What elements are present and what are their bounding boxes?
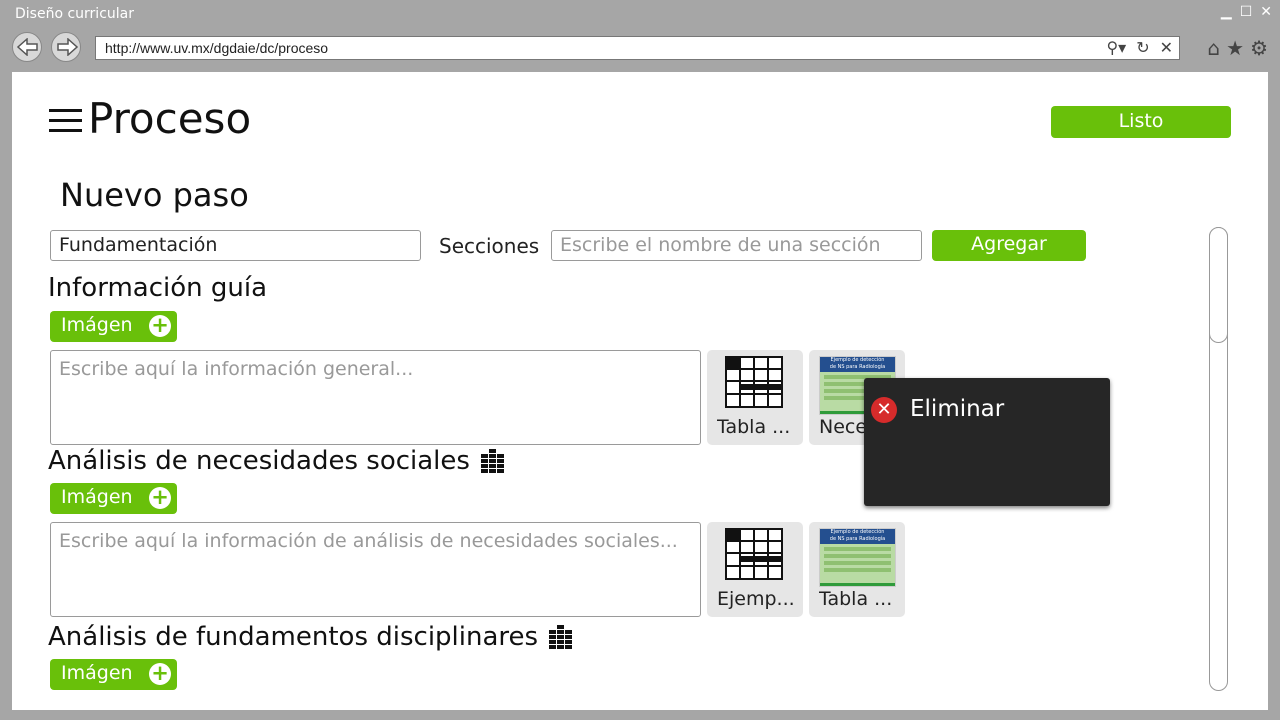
- social-needs-textarea[interactable]: Escribe aquí la información de análisis …: [50, 522, 701, 617]
- window-titlebar: Diseño curricular ▁ ☐ ✕: [0, 0, 1280, 30]
- delete-label: Eliminar: [910, 396, 1005, 422]
- close-icon[interactable]: ✕: [1260, 4, 1272, 20]
- window-controls: ▁ ☐ ✕: [1221, 4, 1272, 20]
- back-button[interactable]: [12, 32, 42, 62]
- document-preview-image: Ejemplo de detección de NS para Radiologí…: [819, 528, 896, 587]
- minimize-icon[interactable]: ▁: [1221, 4, 1232, 20]
- section-title-necesidades-sociales: Análisis de necesidades sociales: [48, 446, 506, 476]
- drag-handle-icon[interactable]: [548, 624, 574, 650]
- thumbnail-label: Tabla ...: [717, 416, 791, 438]
- url-text: http://www.uv.mx/dgdaie/dc/proceso: [105, 40, 329, 56]
- delete-icon: ✕: [871, 397, 897, 423]
- doc-heading-line2: de NS para Radiología: [829, 536, 886, 542]
- add-image-label: Imágen: [61, 314, 133, 336]
- add-image-button[interactable]: Imágen +: [50, 311, 177, 342]
- home-icon[interactable]: ⌂: [1207, 36, 1220, 60]
- plus-icon: +: [149, 663, 171, 685]
- forward-arrow-icon: [57, 38, 78, 56]
- section-title-text: Análisis de fundamentos disciplinares: [48, 622, 539, 652]
- scrollbar-thumb[interactable]: [1209, 227, 1228, 343]
- plus-icon: +: [149, 315, 171, 337]
- general-info-textarea[interactable]: Escribe aquí la información general...: [50, 350, 701, 445]
- maximize-icon[interactable]: ☐: [1240, 4, 1253, 20]
- section-title-text: Información guía: [48, 273, 268, 303]
- doc-heading-line2: de NS para Radiología: [829, 364, 886, 370]
- page-title: Proceso: [88, 94, 252, 143]
- refresh-icon[interactable]: ↻: [1136, 38, 1149, 57]
- hamburger-menu-icon[interactable]: [49, 109, 82, 135]
- thumbnail-document[interactable]: Ejemplo de detección de NS para Radiologí…: [809, 522, 905, 617]
- table-icon: [725, 356, 783, 408]
- stop-icon[interactable]: ✕: [1160, 38, 1173, 57]
- thumbnail-label: Ejemp...: [717, 588, 795, 610]
- address-bar[interactable]: http://www.uv.mx/dgdaie/dc/proceso ⚲▾ ↻ …: [95, 36, 1180, 60]
- thumbnail-label: Tabla ...: [819, 588, 893, 610]
- done-button[interactable]: Listo: [1051, 106, 1231, 138]
- gear-icon[interactable]: ⚙: [1250, 36, 1268, 60]
- step-name-input[interactable]: Fundamentación: [50, 230, 421, 261]
- thumbnail-table[interactable]: Tabla ...: [707, 350, 803, 445]
- sections-label: Secciones: [439, 234, 540, 258]
- add-image-button[interactable]: Imágen +: [50, 483, 177, 514]
- page-viewport: Proceso Listo Nuevo paso Fundamentación …: [12, 72, 1268, 710]
- add-image-label: Imágen: [61, 486, 133, 508]
- search-icon[interactable]: ⚲▾: [1106, 38, 1126, 57]
- section-title-informacion-guia: Información guía: [48, 273, 267, 303]
- thumbnail-table[interactable]: Ejemp...: [707, 522, 803, 617]
- doc-heading-line1: Ejemplo de detección: [830, 529, 885, 535]
- table-icon: [725, 528, 783, 580]
- section-title-text: Análisis de necesidades sociales: [48, 446, 470, 476]
- step-heading: Nuevo paso: [60, 176, 249, 214]
- star-icon[interactable]: ★: [1226, 36, 1244, 60]
- doc-heading-line1: Ejemplo de detección: [830, 357, 885, 363]
- drag-handle-icon[interactable]: [480, 448, 506, 474]
- add-image-label: Imágen: [61, 662, 133, 684]
- vertical-scrollbar[interactable]: [1209, 227, 1228, 691]
- window-title: Diseño curricular: [15, 6, 134, 22]
- context-menu: ✕ Eliminar: [864, 378, 1110, 506]
- plus-icon: +: [149, 487, 171, 509]
- add-image-button[interactable]: Imágen +: [50, 659, 177, 690]
- back-arrow-icon: [17, 38, 38, 56]
- section-title-fundamentos-disciplinares: Análisis de fundamentos disciplinares: [48, 622, 574, 652]
- add-section-button[interactable]: Agregar: [932, 230, 1086, 261]
- section-name-input[interactable]: Escribe el nombre de una sección: [551, 230, 922, 261]
- forward-button[interactable]: [51, 32, 81, 62]
